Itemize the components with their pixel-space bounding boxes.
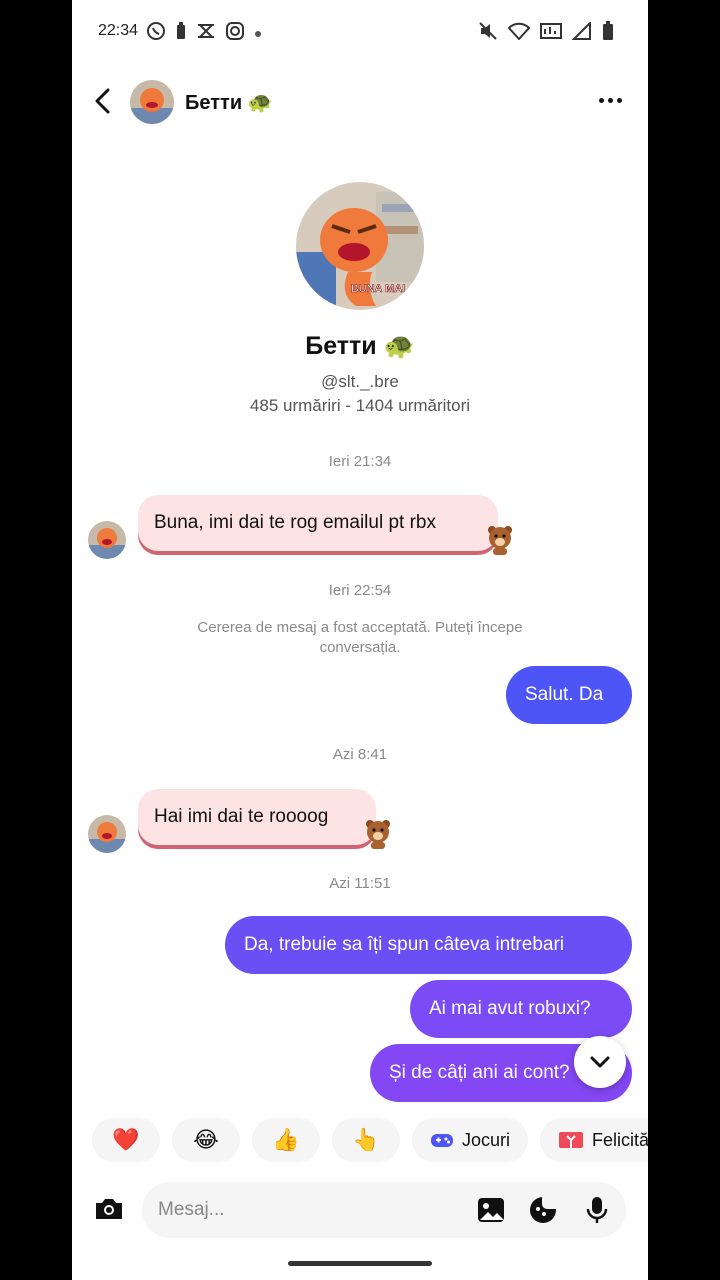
battery-icon: [602, 21, 614, 44]
capcut-icon: [196, 23, 216, 42]
incoming-message[interactable]: Buna, imi dai te rog emailul pt rbx: [138, 495, 498, 551]
wifi-icon: [507, 22, 531, 43]
message-composer: Mesaj...: [72, 1180, 648, 1240]
phone-screen: 22:34 Бетти 🐢 BUNA MAI Бетти 🐢 @slt._.br…: [72, 0, 648, 1280]
signal-icon: [571, 20, 592, 43]
back-button[interactable]: [90, 86, 116, 116]
quick-reply-point-up[interactable]: 👆: [332, 1118, 400, 1162]
outgoing-message[interactable]: Salut. Da: [506, 666, 632, 724]
incoming-message[interactable]: Hai imi dai te roooog: [138, 789, 376, 845]
timestamp: Azi 11:51: [329, 875, 391, 892]
timestamp: Azi 8:41: [332, 746, 388, 763]
more-dot: [616, 97, 622, 103]
camera-icon: [96, 1199, 122, 1219]
mute-icon: [478, 22, 498, 43]
gamepad-icon: [431, 1134, 453, 1147]
bear-sticker-icon: [486, 524, 514, 556]
sender-avatar[interactable]: [88, 815, 126, 853]
voice-button[interactable]: [582, 1195, 612, 1225]
profile-avatar[interactable]: BUNA MAI: [296, 182, 424, 310]
image-icon: [478, 1198, 504, 1222]
system-message: Cererea de mesaj a fost acceptată. Puteț…: [197, 619, 523, 656]
signal-volte-icon: [540, 22, 562, 43]
profile-name: Бетти 🐢: [305, 332, 415, 360]
dot-icon: [254, 25, 262, 41]
quick-reply-laugh[interactable]: 😂: [172, 1118, 240, 1162]
outgoing-message[interactable]: Ai mai avut robuxi?: [410, 980, 632, 1038]
greetings-chip-label: Felicită: [592, 1129, 648, 1150]
sticker-button[interactable]: [528, 1195, 558, 1225]
profile-handle: @slt._.bre: [321, 372, 399, 391]
chat-header: Бетти 🐢: [72, 70, 648, 134]
status-bar: 22:34: [72, 0, 648, 64]
status-left-icons: [146, 21, 262, 44]
more-dot: [598, 97, 604, 103]
microphone-icon: [586, 1197, 608, 1223]
outgoing-message[interactable]: Da, trebuie sa îți spun câteva intrebari: [225, 916, 632, 974]
sticker-icon: [530, 1197, 556, 1223]
greetings-chip[interactable]: Felicită: [540, 1118, 648, 1162]
back-arrow-icon: [95, 88, 110, 114]
timestamp: Ieri 22:54: [328, 582, 392, 599]
home-indicator: [288, 1261, 432, 1266]
games-chip-label: Jocuri: [462, 1129, 511, 1150]
instagram-icon: [226, 22, 244, 43]
bear-sticker-icon: [364, 818, 392, 850]
gallery-button[interactable]: [476, 1195, 506, 1225]
more-dot: [607, 97, 613, 103]
header-avatar[interactable]: [130, 80, 174, 124]
camera-button[interactable]: [92, 1192, 126, 1226]
quick-reply-heart[interactable]: ❤️: [92, 1118, 160, 1162]
games-chip[interactable]: Jocuri: [412, 1118, 529, 1162]
message-input-placeholder: Mesaj...: [158, 1199, 225, 1220]
profile-stats: 485 urmăriri - 1404 urmăritori: [249, 396, 471, 415]
scroll-to-bottom-button[interactable]: [574, 1036, 626, 1088]
timestamp: Ieri 21:34: [328, 453, 392, 470]
gift-card-icon: [559, 1132, 584, 1148]
whatsapp-icon: [146, 21, 166, 44]
message-input[interactable]: Mesaj...: [142, 1182, 626, 1238]
status-time: 22:34: [98, 22, 139, 39]
avatar-caption: BUNA MAI: [351, 283, 406, 295]
battery-small-icon: [176, 22, 186, 43]
status-right-icons: [478, 20, 614, 44]
quick-reply-thumbs-up[interactable]: 👍: [252, 1118, 320, 1162]
quick-replies: ❤️ 😂 👍 👆 Jocuri Felicită: [92, 1118, 648, 1164]
sender-avatar[interactable]: [88, 521, 126, 559]
chevron-down-icon: [590, 1056, 610, 1068]
header-name[interactable]: Бетти 🐢: [185, 90, 273, 115]
more-options-button[interactable]: [596, 88, 624, 112]
